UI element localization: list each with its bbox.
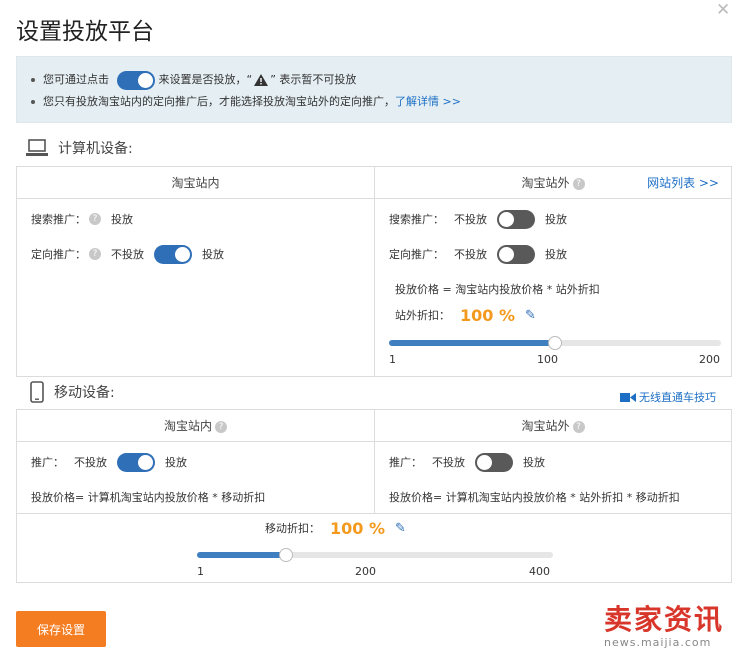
close-icon[interactable]: ✕ [716,0,730,20]
slider-min-label: 1 [197,565,204,578]
quote-mark: “ [246,73,253,86]
help-icon[interactable]: ? [89,248,101,260]
pc-settings-box: 淘宝站内 淘宝站外? 网站列表 >> 搜索推广：? 投放 定向推广：? 不投放 … [16,166,732,377]
pc-inside-target-toggle[interactable] [154,244,192,264]
learn-more-link[interactable]: 了解详情 >> [395,95,461,108]
pc-outside-target-toggle[interactable] [497,244,535,264]
notice-line-1: 您可通过点击 来设置是否投放，“ ” 表示暂不可投放 [31,69,717,91]
on-label: 投放 [523,456,545,469]
save-settings-button[interactable]: 保存设置 [16,611,106,647]
pc-heading-text: 计算机设备: [58,141,133,157]
phone-icon [30,381,44,403]
search-promo-label: 搜索推广： [31,213,86,226]
mobile-inside-formula: 投放价格= 计算机淘宝站内投放价格 * 移动折扣 [31,491,266,504]
off-label: 不投放 [454,248,487,261]
slider-min-label: 1 [389,353,396,366]
site-list-link[interactable]: 网站列表 >> [647,167,719,199]
mobile-heading-text: 移动设备: [54,385,115,401]
notice-text: 您可通过点击 [43,73,109,86]
mobile-inside-header: 淘宝站内? [17,410,374,442]
target-promo-label: 定向推广： [389,248,444,261]
slider-thumb[interactable] [279,548,293,562]
mobile-section-heading: 移动设备: [30,381,115,403]
discount-value: 100 % [460,305,515,325]
bullet-icon [31,78,35,82]
mobile-discount-row: 移动折扣： 100 % ✎ [265,517,406,539]
pc-outside-search-toggle[interactable] [497,209,535,229]
quote-mark: ” [270,73,276,86]
mobile-outside-promo-toggle[interactable] [475,452,513,472]
discount-value: 100 % [330,518,385,538]
promo-label: 推广： [389,456,422,469]
pc-outside-formula: 投放价格 = 淘宝站内投放价格 * 站外折扣 [395,283,600,296]
notice-text: 来设置是否投放， [158,73,247,86]
slider-fill [197,552,286,558]
watermark-brand: 卖家资讯 [604,603,725,636]
pc-inside-target-row: 定向推广：? 不投放 投放 [31,243,224,265]
slider-max-label: 400 [529,565,550,578]
pc-outside-header: 淘宝站外? 网站列表 >> [375,167,731,199]
mobile-outside-formula: 投放价格= 计算机淘宝站内投放价格 * 站外折扣 * 移动折扣 [389,491,680,504]
slider-fill [389,340,555,346]
notice-text: 您只有投放淘宝站内的定向推广后，才能选择投放淘宝站外的定向推广， [43,95,395,108]
pc-inside-header: 淘宝站内 [17,167,374,199]
slider-max-label: 200 [699,353,720,366]
bullet-icon [31,100,35,104]
dialog-title: 设置投放平台 [16,19,154,45]
edit-icon[interactable]: ✎ [395,521,406,536]
off-label: 不投放 [454,213,487,226]
warning-icon [254,74,269,86]
edit-icon[interactable]: ✎ [525,308,536,323]
on-label: 投放 [165,456,187,469]
mobile-discount-slider[interactable] [197,548,553,562]
mobile-video-link-row[interactable]: 无线直通车技巧 [620,386,716,408]
pc-outside-discount-row: 站外折扣： 100 % ✎ [395,304,536,326]
discount-label: 移动折扣： [265,522,320,535]
pc-section-heading: 计算机设备: [26,138,133,158]
help-icon[interactable]: ? [572,420,585,433]
help-icon[interactable]: ? [215,420,227,433]
pc-outside-search-row: 搜索推广： 不投放 投放 [389,208,567,230]
on-label: 投放 [545,213,567,226]
mobile-inside-promo-toggle[interactable] [117,452,155,472]
off-label: 不投放 [432,456,465,469]
slider-thumb[interactable] [548,336,562,350]
mobile-inside-promo-row: 推广： 不投放 投放 [31,451,187,473]
watermark: 卖家资讯 news.maijia.com [604,603,725,650]
notice-line-2: 您只有投放淘宝站内的定向推广后，才能选择投放淘宝站外的定向推广，了解详情 >> [31,91,717,113]
slider-mid-label: 100 [537,353,558,366]
help-icon[interactable]: ? [89,213,101,225]
pc-outside-discount-slider[interactable] [389,336,721,350]
on-label: 投放 [202,248,224,261]
on-label: 投放 [545,248,567,261]
wireless-tips-link[interactable]: 无线直通车技巧 [639,389,716,405]
pc-inside-search-row: 搜索推广：? 投放 [31,208,133,230]
pc-outside-target-row: 定向推广： 不投放 投放 [389,243,567,265]
slider-mid-label: 200 [355,565,376,578]
off-label: 不投放 [111,248,144,261]
discount-label: 站外折扣： [395,309,450,322]
example-toggle [116,70,155,90]
mobile-outside-promo-row: 推广： 不投放 投放 [389,451,545,473]
mobile-settings-box: 淘宝站内? 淘宝站外? 推广： 不投放 投放 投放价格= 计算机淘宝站内投放价格… [16,409,732,583]
off-label: 不投放 [74,456,107,469]
promo-label: 推广： [31,456,64,469]
info-notice: 您可通过点击 来设置是否投放，“ ” 表示暂不可投放 您只有投放淘宝站内的定向推广… [16,56,732,123]
search-promo-label: 搜索推广： [389,213,444,226]
search-promo-value: 投放 [111,213,133,226]
watermark-url: news.maijia.com [604,636,712,649]
laptop-icon [26,139,48,156]
video-camera-icon [620,392,636,402]
mobile-outside-header: 淘宝站外? [375,410,731,442]
target-promo-label: 定向推广： [31,248,86,261]
help-icon[interactable]: ? [572,177,585,190]
notice-text: 表示暂不可投放 [279,73,357,86]
